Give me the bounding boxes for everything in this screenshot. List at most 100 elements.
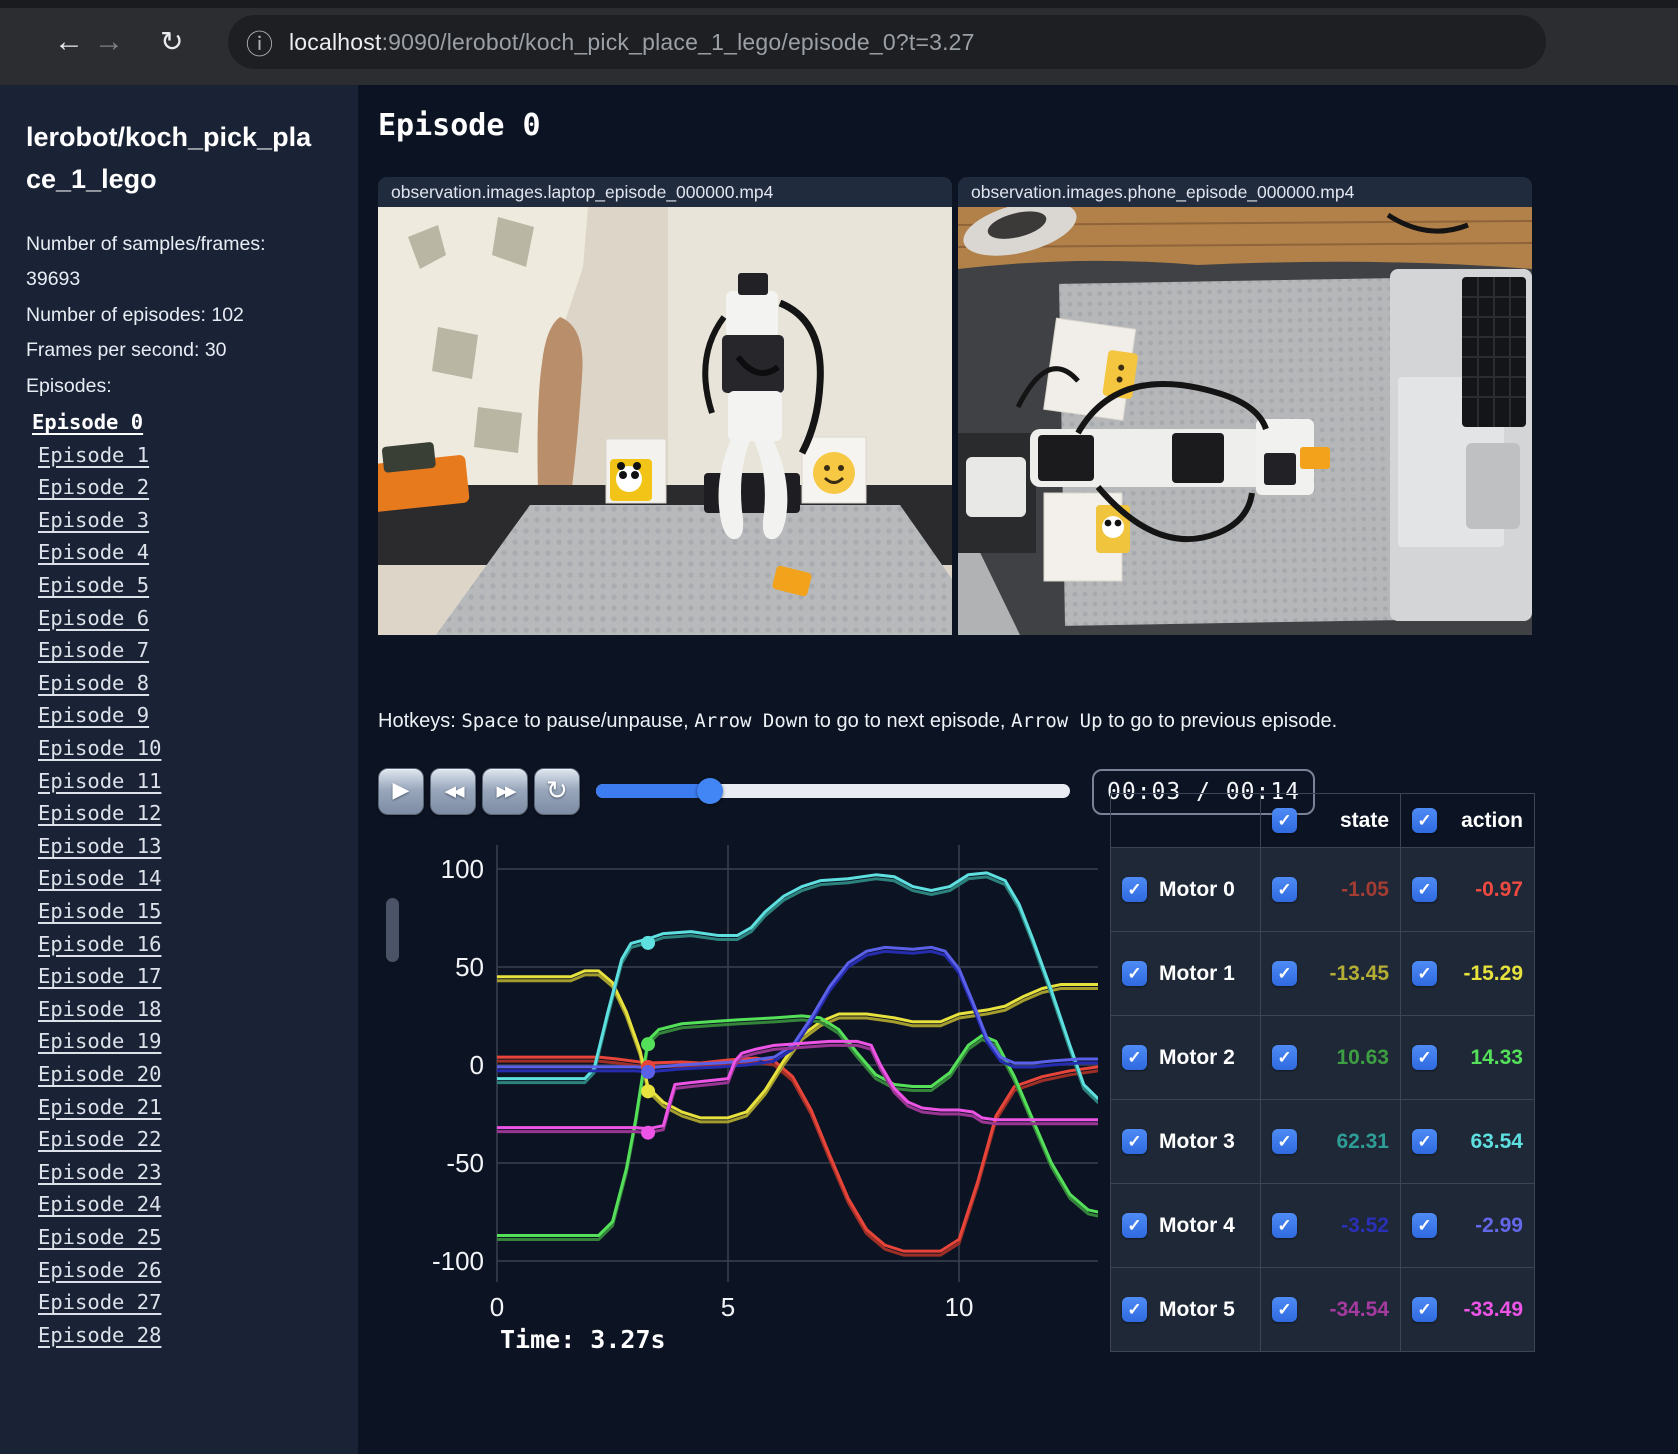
state-checkbox[interactable]: ✓ [1272,1297,1297,1322]
chart-line-action-Motor-0 [497,1055,1098,1253]
dataset-info-line: Frames per second: 30 [26,339,227,362]
table-row: ✓ Motor 1 ✓ -13.45 ✓ -15.29 [1110,931,1535,1016]
video-title: observation.images.laptop_episode_000000… [378,177,952,207]
episode-link[interactable]: Episode 7 [26,634,358,667]
episode-link[interactable]: Episode 23 [26,1156,358,1189]
action-checkbox[interactable]: ✓ [1412,961,1437,986]
hotkeys-segment: to go to next episode, [808,710,1012,732]
action-checkbox[interactable]: ✓ [1412,1129,1437,1154]
action-checkbox[interactable]: ✓ [1412,1297,1437,1322]
episode-link[interactable]: Episode 5 [26,569,358,602]
episode-link[interactable]: Episode 11 [26,765,358,798]
motor-checkbox[interactable]: ✓ [1122,1045,1147,1070]
chart-marker-Motor-5 [641,1125,656,1140]
episode-link[interactable]: Episode 14 [26,862,358,895]
motor-label-cell: ✓ Motor 4 [1110,1183,1261,1268]
table-header-row: ✓ state ✓ action [1110,793,1535,848]
chart-marker-Motor-2 [641,1037,656,1052]
column-header-state: ✓ state [1260,793,1401,848]
state-checkbox[interactable]: ✓ [1272,961,1297,986]
episode-link[interactable]: Episode 21 [26,1091,358,1124]
episode-link[interactable]: Episode 24 [26,1188,358,1221]
action-cell: ✓ 14.33 [1400,1015,1535,1100]
state-checkbox[interactable]: ✓ [1272,1213,1297,1238]
dataset-info-line: Number of episodes: 102 [26,303,244,326]
state-value: -1.05 [1341,877,1389,901]
motor-label-cell: ✓ Motor 3 [1110,1099,1261,1184]
episode-link[interactable]: Episode 22 [26,1123,358,1156]
episode-list: Episode 0 Episode 1 Episode 2 Episode 3 Epis… [26,406,358,1351]
column-checkbox-state[interactable]: ✓ [1272,808,1297,833]
episode-link[interactable]: Episode 25 [26,1221,358,1254]
y-tick-label: 100 [441,854,484,884]
motor-checkbox[interactable]: ✓ [1122,961,1147,986]
state-checkbox[interactable]: ✓ [1272,1129,1297,1154]
hotkey-key: Space [461,710,519,732]
episode-link[interactable]: Episode 9 [26,699,358,732]
motor-checkbox[interactable]: ✓ [1122,1129,1147,1154]
table-row: ✓ Motor 4 ✓ -3.52 ✓ -2.99 [1110,1183,1535,1268]
dataset-title: lerobot/koch_pick_place_1_lego [26,122,312,194]
motor-checkbox[interactable]: ✓ [1122,877,1147,902]
episode-link[interactable]: Episode 3 [26,504,358,537]
episode-link[interactable]: Episode 6 [26,602,358,635]
action-cell: ✓ 63.54 [1400,1099,1535,1184]
episode-link[interactable]: Episode 19 [26,1025,358,1058]
action-cell: ✓ -2.99 [1400,1183,1535,1268]
column-label: state [1339,808,1389,832]
lerobot-visualizer-page: ← → ↻ ⓘ localhost:9090/lerobot/koch_pick… [0,0,1678,1454]
episode-link[interactable]: Episode 0 [26,406,358,439]
episode-link[interactable]: Episode 27 [26,1286,358,1319]
episode-link[interactable]: Episode 17 [26,960,358,993]
action-cell: ✓ -15.29 [1400,931,1535,1016]
reload-icon[interactable]: ↻ [160,22,183,62]
url-bar[interactable]: ⓘ localhost:9090/lerobot/koch_pick_place… [228,15,1546,69]
state-cell: ✓ 10.63 [1260,1015,1401,1100]
episode-link[interactable]: Episode 28 [26,1319,358,1352]
motor-label: Motor 1 [1159,961,1235,985]
action-cell: ✓ -33.49 [1400,1267,1535,1352]
back-icon[interactable]: ← [54,22,84,62]
video-panel-laptop[interactable]: observation.images.laptop_episode_000000… [378,177,952,635]
state-checkbox[interactable]: ✓ [1272,877,1297,902]
state-value: -34.54 [1329,1297,1389,1321]
episode-link[interactable]: Episode 10 [26,732,358,765]
url-text: localhost:9090/lerobot/koch_pick_place_1… [289,29,975,56]
motor-label-cell: ✓ Motor 1 [1110,931,1261,1016]
site-info-icon[interactable]: ⓘ [246,23,273,62]
action-checkbox[interactable]: ✓ [1412,1045,1437,1070]
forward-icon[interactable]: → [94,22,124,62]
action-checkbox[interactable]: ✓ [1412,1213,1437,1238]
episode-link[interactable]: Episode 26 [26,1254,358,1287]
motor-table: ✓ state ✓ action ✓ Motor 0 ✓ -1.05 ✓ -0.97 ✓ Motor… [1110,793,1535,1352]
motor-checkbox[interactable]: ✓ [1122,1297,1147,1322]
motor-label: Motor 2 [1159,1045,1235,1069]
episode-link[interactable]: Episode 13 [26,830,358,863]
episode-link[interactable]: Episode 8 [26,667,358,700]
episode-link[interactable]: Episode 1 [26,439,358,472]
action-value: -0.97 [1475,877,1523,901]
state-value: -3.52 [1341,1213,1389,1237]
episode-link[interactable]: Episode 12 [26,797,358,830]
episode-link[interactable]: Episode 16 [26,928,358,961]
hotkeys-segment: to pause/unpause, [518,710,695,732]
y-tick-label: 50 [455,952,484,982]
column-label: action [1461,808,1523,832]
column-header-action: ✓ action [1400,793,1535,848]
video-frame-phone-camera [958,207,1532,635]
table-row: ✓ Motor 3 ✓ 62.31 ✓ 63.54 [1110,1099,1535,1184]
dataset-info: Number of samples/frames: 39693 Number of… [26,227,308,404]
dataset-info-lines: Number of samples/frames: 39693 Number of… [26,227,308,369]
column-checkbox-action[interactable]: ✓ [1412,808,1437,833]
action-checkbox[interactable]: ✓ [1412,877,1437,902]
hotkeys-text: Hotkeys: Space to pause/unpause, Arrow D… [378,710,1337,733]
state-checkbox[interactable]: ✓ [1272,1045,1297,1070]
motor-checkbox[interactable]: ✓ [1122,1213,1147,1238]
episode-link[interactable]: Episode 2 [26,471,358,504]
episode-link[interactable]: Episode 20 [26,1058,358,1091]
episode-link[interactable]: Episode 18 [26,993,358,1026]
episode-link[interactable]: Episode 4 [26,536,358,569]
video-panel-phone[interactable]: observation.images.phone_episode_000000.… [958,177,1532,635]
dataset-info-line: Number of samples/frames: 39693 [26,232,266,291]
episode-link[interactable]: Episode 15 [26,895,358,928]
